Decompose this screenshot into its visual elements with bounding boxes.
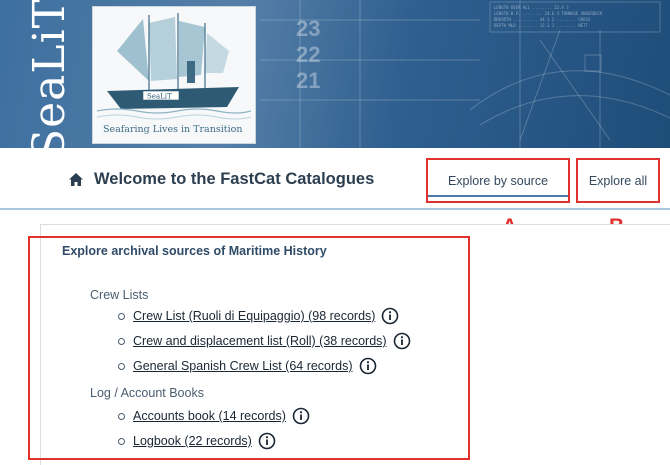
section-title: Explore archival sources of Maritime His…: [62, 244, 327, 258]
brand-text: SeaLiT: [24, 0, 76, 148]
explore-by-source-label: Explore by source: [447, 173, 549, 188]
list-item: Logbook (22 records): [118, 432, 276, 450]
bullet-icon: [118, 412, 125, 420]
welcome-title: Welcome to the FastCat Catalogues: [94, 170, 375, 188]
ship-illustration: SeaLiT: [97, 13, 251, 120]
bullet-icon: [118, 312, 125, 320]
home-icon: [69, 173, 83, 186]
info-icon[interactable]: [381, 307, 399, 325]
svg-text:BREADTH .......... 44.3 2 ....: BREADTH .......... 44.3 2 ........ GROSS: [494, 17, 591, 22]
group-title-crew-lists: Crew Lists: [90, 288, 149, 302]
list-item: Crew and displacement list (Roll) (38 re…: [118, 332, 411, 350]
general-spanish-crew-list-link[interactable]: General Spanish Crew List (64 records): [133, 359, 353, 373]
info-icon[interactable]: [393, 332, 411, 350]
info-icon[interactable]: [258, 432, 276, 450]
list-item: Accounts book (14 records): [118, 407, 310, 425]
list-item: Crew List (Ruoli di Equipaggio) (98 reco…: [118, 307, 399, 325]
info-icon[interactable]: [359, 357, 377, 375]
svg-text:LENGTH OVER ALL ........ 22.4: LENGTH OVER ALL ........ 22.4 3: [494, 5, 569, 10]
bullet-icon: [118, 437, 125, 445]
explore-all-tab[interactable]: Explore all: [576, 158, 660, 203]
blueprint-number: 21: [296, 68, 321, 93]
list-item: General Spanish Crew List (64 records): [118, 357, 377, 375]
logo-tagline: Seafaring Lives in Transition: [103, 124, 243, 135]
logbook-link[interactable]: Logbook (22 records): [133, 434, 252, 448]
blueprint-number: 22: [296, 42, 321, 67]
group-title-log-account-books: Log / Account Books: [90, 386, 204, 400]
explore-by-source-tab[interactable]: Explore by source: [426, 158, 570, 203]
crew-list-link[interactable]: Crew List (Ruoli di Equipaggio) (98 reco…: [133, 309, 375, 323]
bullet-icon: [118, 362, 125, 370]
svg-text:DEPTH MLD ........ 12.3 1 ....: DEPTH MLD ........ 12.3 1 ........ NETT: [494, 23, 589, 28]
logo[interactable]: SeaLiT Seafaring Lives in Transition: [92, 6, 256, 144]
navbar: Welcome to the FastCat Catalogues Explor…: [0, 148, 670, 210]
brand-title[interactable]: SeaLiT: [14, 0, 86, 148]
explore-all-label: Explore all: [588, 173, 648, 188]
info-icon[interactable]: [292, 407, 310, 425]
home-link[interactable]: Welcome to the FastCat Catalogues: [68, 170, 374, 189]
bullet-icon: [118, 337, 125, 345]
accounts-book-link[interactable]: Accounts book (14 records): [133, 409, 286, 423]
header-banner: LENGTH OVER ALL ........ 22.4 3 LENGTH B…: [0, 0, 670, 148]
hull-logo-text: SeaLiT: [147, 93, 172, 101]
blueprint-number: 23: [296, 16, 321, 41]
crew-displacement-list-link[interactable]: Crew and displacement list (Roll) (38 re…: [133, 334, 387, 348]
svg-text:LENGTH B.P. ........ 24.6 4 TO: LENGTH B.P. ........ 24.6 4 TONNAGE UNDE…: [494, 11, 603, 16]
